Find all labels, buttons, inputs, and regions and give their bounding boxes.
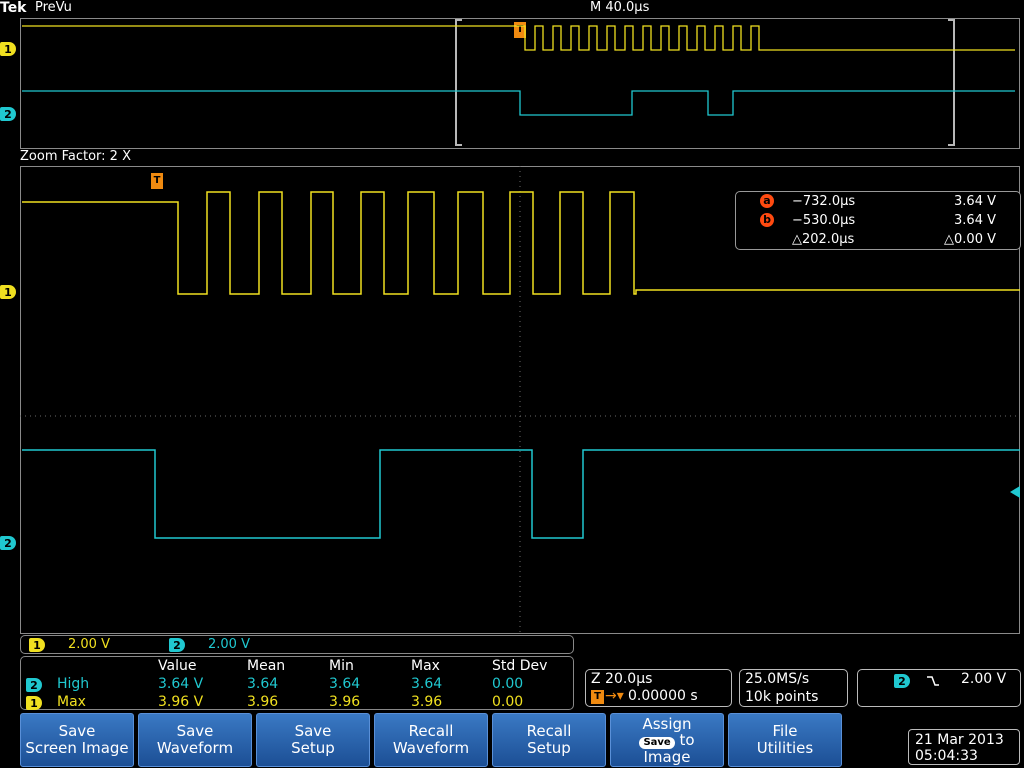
meas-row1-stddev: 0.00	[492, 676, 524, 692]
meas-row1-mean: 3.64	[247, 676, 279, 692]
cursor-a-volt: 3.64 V	[954, 194, 996, 209]
meas-row2-value: 3.96 V	[158, 694, 204, 710]
cursor-delta-volt: △0.00 V	[944, 232, 996, 247]
ch1-scale-icon[interactable]: 1	[29, 638, 45, 652]
zoom-time: Z 20.0µs	[591, 671, 653, 687]
ch2-overview-marker[interactable]: 2	[0, 107, 16, 121]
meas-header-value: Value	[158, 658, 197, 674]
meas-row1-channel-icon: 2	[26, 678, 42, 692]
trigger-level-icon[interactable]	[1010, 486, 1020, 498]
trigger-level: 2.00 V	[961, 671, 1007, 687]
cursor-delta-time: △202.0µs	[792, 232, 855, 247]
save-setup-button[interactable]: Save Setup	[256, 713, 370, 767]
meas-header-max: Max	[411, 658, 440, 674]
meas-row2-mean: 3.96	[247, 694, 279, 710]
meas-row1-max: 3.64	[411, 676, 443, 692]
cursor-a-time: −732.0µs	[792, 194, 856, 209]
ch2-ground-marker[interactable]: 2	[0, 536, 16, 550]
cursor-a-icon: a	[760, 194, 774, 208]
ch1-overview-marker[interactable]: 1	[0, 42, 16, 56]
cursor-readout: a −732.0µs 3.64 V b −530.0µs 3.64 V △202…	[735, 191, 1021, 250]
meas-row1-name[interactable]: High	[57, 676, 89, 692]
zoom-factor-label: Zoom Factor: 2 X	[20, 149, 131, 164]
trigger-zoom-icon: T	[151, 173, 163, 189]
meas-row2-channel-icon: 1	[26, 696, 42, 710]
datetime-display: 21 Mar 2013 05:04:33	[908, 729, 1020, 765]
meas-row2-stddev: 0.00	[492, 694, 524, 710]
meas-row2-max: 3.96	[411, 694, 443, 710]
ch2-overview-trace	[22, 90, 1015, 116]
save-key-icon: Save	[639, 736, 675, 749]
overview-waveforms	[22, 19, 1015, 146]
trigger-arrow-icon: →▾	[605, 688, 624, 704]
save-screen-image-button[interactable]: Save Screen Image	[20, 713, 134, 767]
meas-header-mean: Mean	[247, 658, 286, 674]
sample-rate: 25.0MS/s	[745, 671, 810, 687]
trigger-panel[interactable]: 2 2.00 V	[857, 669, 1021, 707]
meas-row1-value: 3.64 V	[158, 676, 204, 692]
record-length: 10k points	[745, 689, 819, 705]
channel-scale-bar: 1 2.00 V 2 2.00 V	[20, 635, 574, 654]
acquisition-panel[interactable]: 25.0MS/s 10k points	[739, 669, 848, 707]
recall-waveform-button[interactable]: Recall Waveform	[374, 713, 488, 767]
ch2-scale[interactable]: 2.00 V	[208, 637, 250, 652]
meas-header-stddev: Std Dev	[492, 658, 548, 674]
meas-row1-min: 3.64	[329, 676, 361, 692]
ch1-overview-trace	[22, 25, 1015, 51]
meas-row2-min: 3.96	[329, 694, 361, 710]
timebase-readout[interactable]: M 40.0µs	[590, 0, 649, 15]
save-waveform-button[interactable]: Save Waveform	[138, 713, 252, 767]
ch1-ground-marker[interactable]: 1	[0, 285, 16, 299]
trigger-pos-icon: T	[591, 690, 604, 704]
acquisition-mode: PreVu	[35, 0, 72, 15]
trigger-source-icon: 2	[894, 674, 910, 688]
zoom-position-panel[interactable]: Z 20.0µs T →▾ 0.00000 s	[585, 669, 732, 707]
ch2-zoom-trace	[22, 449, 1020, 539]
ch1-scale[interactable]: 2.00 V	[68, 637, 110, 652]
trigger-position: 0.00000 s	[628, 688, 698, 704]
measurement-table: Value Mean Min Max Std Dev 2 High 3.64 V…	[20, 656, 574, 710]
file-utilities-button[interactable]: File Utilities	[728, 713, 842, 767]
cursor-b-volt: 3.64 V	[954, 213, 996, 228]
recall-setup-button[interactable]: Recall Setup	[492, 713, 606, 767]
cursor-b-time: −530.0µs	[792, 213, 856, 228]
brand-logo: Tek	[0, 0, 27, 16]
time: 05:04:33	[915, 748, 978, 764]
ch2-scale-icon[interactable]: 2	[169, 638, 185, 652]
cursor-b-icon: b	[760, 213, 774, 227]
assign-save-button[interactable]: Assign Save to Image	[610, 713, 724, 767]
date: 21 Mar 2013	[915, 732, 1004, 748]
meas-row2-name[interactable]: Max	[57, 694, 86, 710]
meas-header-min: Min	[329, 658, 354, 674]
falling-edge-icon	[927, 676, 939, 686]
